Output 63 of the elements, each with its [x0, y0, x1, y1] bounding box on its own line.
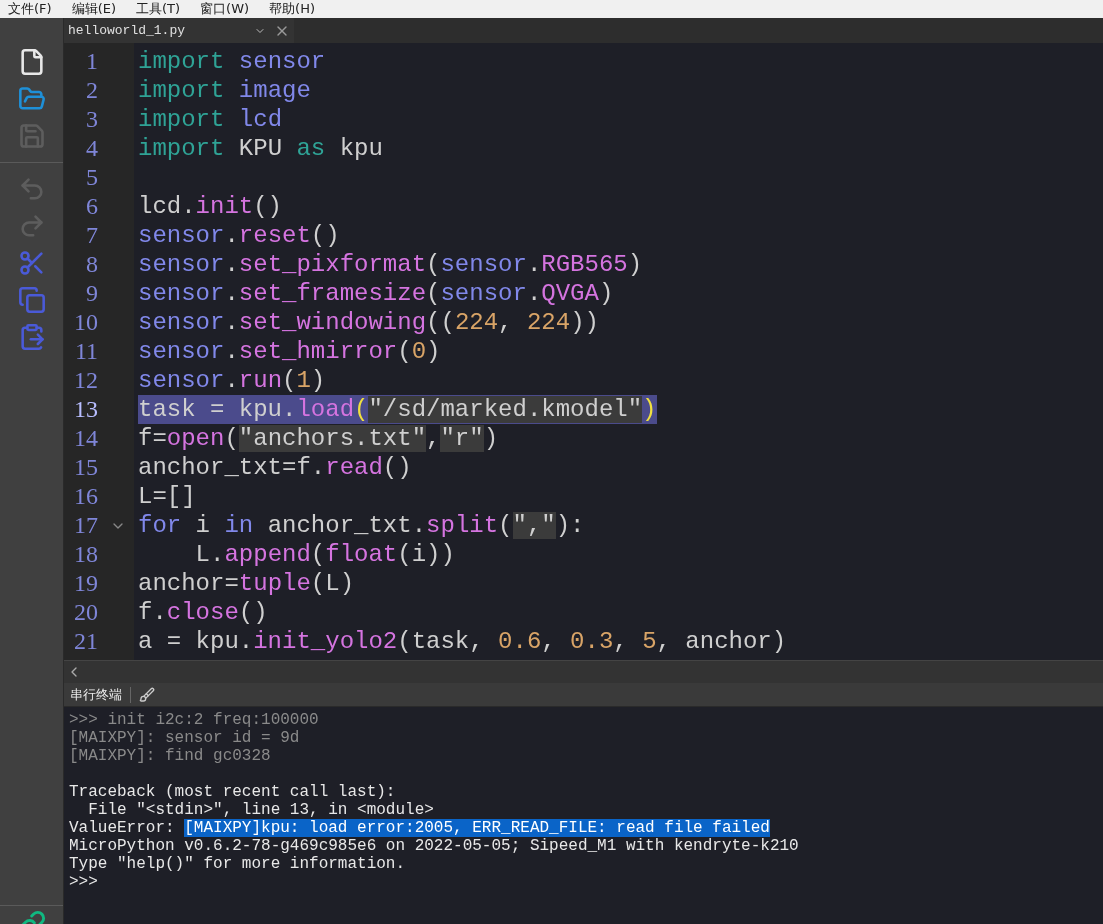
- code-line: L=[]: [138, 482, 196, 511]
- scissors-icon: [17, 249, 46, 277]
- code-line: import KPU as kpu: [138, 134, 383, 163]
- line-number: 8: [85, 250, 98, 279]
- code-line: for i in anchor_txt.split(","):: [138, 511, 585, 540]
- code-line: sensor.reset(): [138, 221, 340, 250]
- copy-icon: [17, 286, 46, 314]
- code-line: sensor.set_framesize(sensor.QVGA): [138, 279, 614, 308]
- terminal-line: Traceback (most recent call last):: [69, 783, 396, 801]
- code-line: sensor.set_pixformat(sensor.RGB565): [138, 250, 643, 279]
- line-number: 12: [73, 366, 98, 395]
- line-number: 4: [85, 134, 98, 163]
- code-line: sensor.set_hmirror(0): [138, 337, 441, 366]
- line-number: 1: [85, 47, 98, 76]
- terminal-line: >>> init i2c:2 freq:100000: [69, 711, 319, 729]
- line-number: 18: [73, 540, 98, 569]
- menu-item[interactable]: 帮助(H): [269, 0, 315, 19]
- terminal-line: [MAIXPY]: find gc0328: [69, 747, 271, 765]
- code-line: a = kpu.init_yolo2(task, 0.6, 0.3, 5, anchor): [138, 627, 787, 656]
- line-number: 21: [73, 627, 98, 656]
- terminal-line: >>>: [69, 873, 98, 891]
- line-number: 7: [85, 221, 98, 250]
- terminal-title: 串行终端: [70, 685, 122, 704]
- line-number: 3: [85, 105, 98, 134]
- code-line: f.close(): [138, 598, 268, 627]
- file-tab[interactable]: helloworld_1.py: [64, 18, 294, 43]
- save-icon: [17, 122, 46, 150]
- line-number: 16: [73, 482, 98, 511]
- menu-item[interactable]: 工具(T): [136, 0, 181, 19]
- menu-item[interactable]: 窗口(W): [200, 0, 250, 19]
- line-number: 19: [73, 569, 98, 598]
- line-number: 20: [73, 598, 98, 627]
- terminal-line: File "<stdin>", line 13, in <module>: [87, 801, 434, 819]
- terminal-line: [MAIXPY]: sensor id = 9d: [69, 729, 300, 747]
- code-line: sensor.set_windowing((224, 224)): [138, 308, 599, 337]
- line-number: 9: [85, 279, 98, 308]
- terminal-line: ValueError: [MAIXPY]kpu: load error:2005, ERR_READ_FILE: read file failed: [69, 819, 770, 837]
- code-line: lcd.init(): [138, 192, 283, 221]
- line-number: 10: [73, 308, 98, 337]
- code-line: import lcd: [138, 105, 283, 134]
- code-line: anchor=tuple(L): [138, 569, 355, 598]
- folder-icon: [17, 85, 46, 113]
- line-number: 17: [73, 511, 98, 540]
- line-number: 6: [85, 192, 98, 221]
- code-line: import sensor: [138, 47, 326, 76]
- code-line: f=open("anchors.txt","r"): [138, 424, 499, 453]
- line-number: 13: [73, 395, 98, 424]
- line-number: 15: [73, 453, 98, 482]
- terminal-line: MicroPython v0.6.2-78-g469c985e6 on 2022-05-05; Sipeed_M1 with kendryte-k210: [69, 837, 799, 855]
- code-line: sensor.run(1): [138, 366, 326, 395]
- terminal-line: Type "help()" for more information.: [69, 855, 406, 873]
- line-number: 2: [85, 76, 98, 105]
- menu-item[interactable]: 编辑(E): [71, 0, 116, 19]
- code-line: L.append(float(i)): [194, 540, 455, 569]
- horizontal-scrollbar[interactable]: [64, 660, 1103, 683]
- broom-icon[interactable]: [139, 686, 155, 703]
- file-tab-label: helloworld_1.py: [68, 21, 187, 40]
- line-number: 5: [85, 163, 98, 192]
- code-line: import image: [138, 76, 311, 105]
- line-number: 14: [73, 424, 98, 453]
- menu-item[interactable]: 文件(F): [8, 0, 52, 19]
- code-line: anchor_txt=f.read(): [138, 453, 412, 482]
- line-number: 11: [73, 337, 98, 366]
